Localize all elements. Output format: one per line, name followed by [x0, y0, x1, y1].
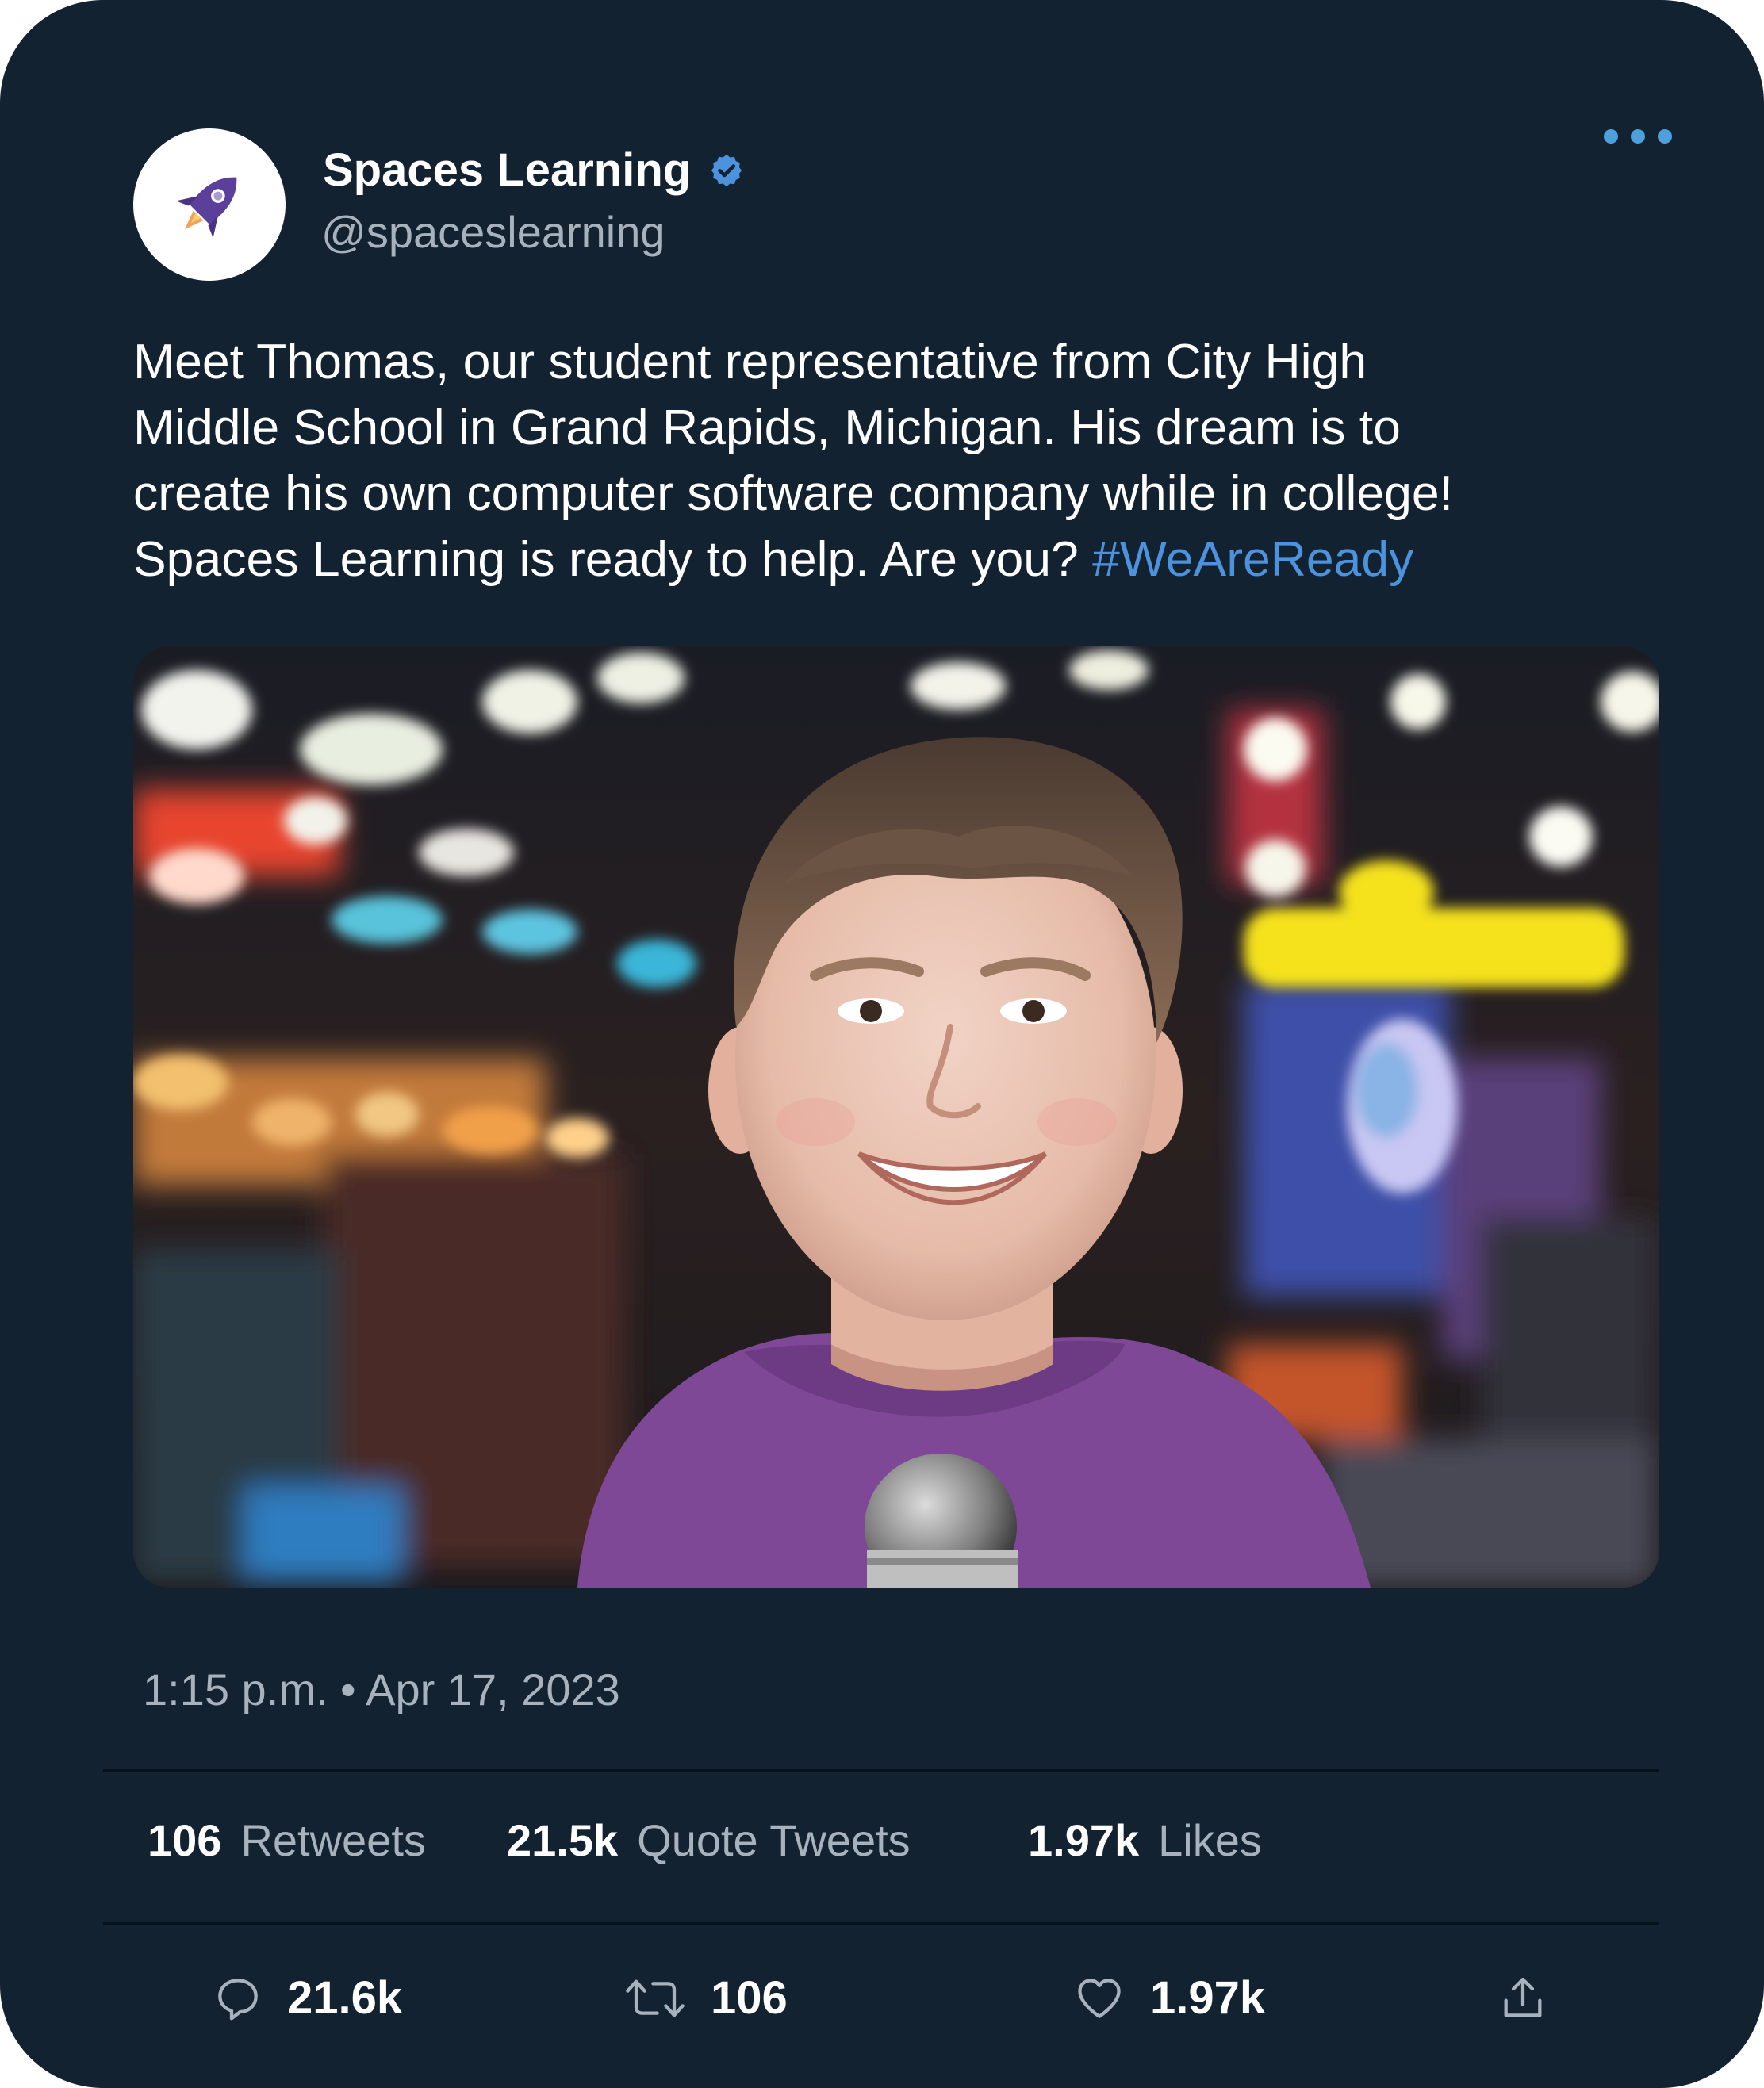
quote-tweets-label: Quote Tweets — [637, 1815, 911, 1865]
retweet-icon — [626, 1979, 685, 2017]
retweets-label: Retweets — [240, 1815, 426, 1865]
likes-stat[interactable]: 1.97k Likes — [1028, 1810, 1262, 1871]
more-options-icon[interactable] — [1594, 119, 1682, 154]
like-count: 1.97k — [1150, 1972, 1266, 2024]
dot — [1604, 129, 1618, 144]
author-row: Spaces Learning — [323, 143, 745, 198]
tweet-text: Meet Thomas, our student representative … — [133, 329, 1688, 592]
divider — [103, 1769, 1659, 1772]
tweet-text-line: Spaces Learning is ready to help. Are yo… — [133, 527, 1688, 592]
reply-button[interactable]: 21.6k — [213, 1967, 402, 2030]
author-handle[interactable]: @spaceslearning — [321, 205, 665, 260]
tweet-text-line: Middle School in Grand Rapids, Michigan.… — [133, 400, 1401, 455]
photo-image — [133, 646, 1659, 1588]
reply-count: 21.6k — [287, 1972, 403, 2024]
tweet-text-line: create his own computer software company… — [133, 465, 1454, 521]
tweet-text-segment: Spaces Learning is ready to help. Are yo… — [133, 531, 1079, 587]
likes-count: 1.97k — [1028, 1815, 1140, 1865]
tweet-photo[interactable] — [133, 646, 1659, 1588]
retweet-button[interactable]: 106 — [623, 1967, 788, 2030]
retweets-count: 106 — [148, 1815, 222, 1865]
dot — [1658, 129, 1672, 144]
tweet-timestamp[interactable]: 1:15 p.m. • Apr 17, 2023 — [143, 1661, 620, 1718]
tweet-card: Spaces Learning @spaceslearning Meet Tho… — [0, 0, 1764, 2088]
avatar[interactable] — [133, 128, 286, 281]
quote-tweets-stat[interactable]: 21.5k Quote Tweets — [507, 1810, 911, 1871]
retweet-count: 106 — [711, 1972, 788, 2024]
dot — [1631, 129, 1645, 144]
share-icon — [1504, 1977, 1542, 2017]
quote-tweets-count: 21.5k — [507, 1815, 619, 1865]
retweets-stat[interactable]: 106 Retweets — [148, 1810, 426, 1871]
rocket-icon — [175, 177, 237, 239]
share-button[interactable] — [1497, 1967, 1548, 2030]
reply-icon — [218, 1979, 258, 2021]
author-name[interactable]: Spaces Learning — [323, 143, 691, 198]
tweet-text-line: Meet Thomas, our student representative … — [133, 334, 1367, 389]
divider — [103, 1922, 1659, 1925]
hashtag-link[interactable]: #WeAreReady — [1092, 531, 1413, 587]
likes-label: Likes — [1158, 1815, 1262, 1865]
verified-badge-icon — [711, 154, 742, 187]
heart-icon — [1078, 1979, 1121, 2018]
like-button[interactable]: 1.97k — [1072, 1967, 1265, 2030]
